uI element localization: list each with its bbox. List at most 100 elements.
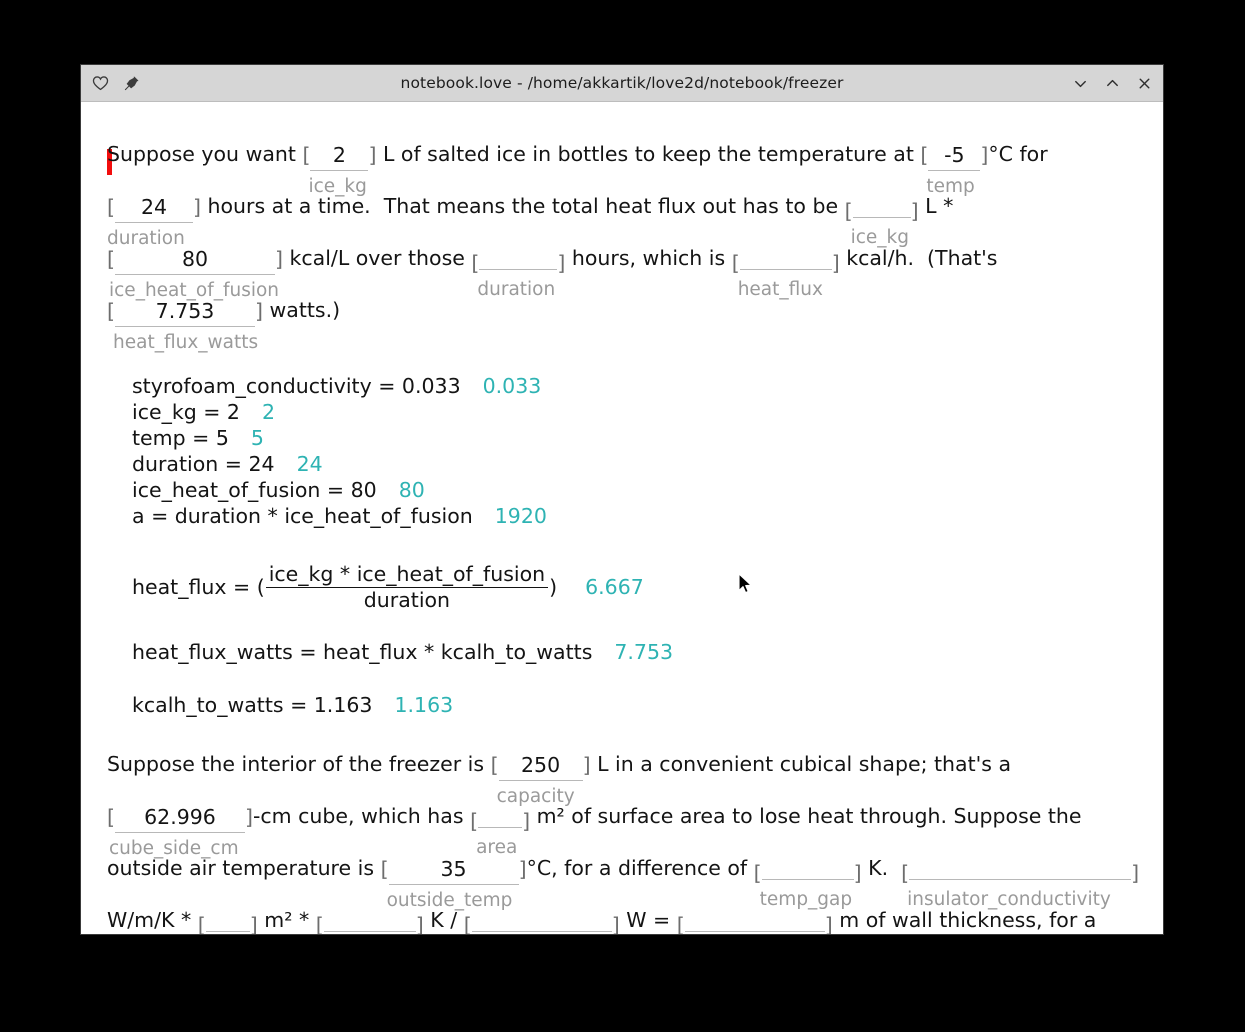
text-run: °C, for a difference of bbox=[526, 856, 754, 880]
definition-rhs: ) bbox=[549, 574, 558, 599]
notebook-canvas[interactable]: Suppose you want [ 2 ] ice_kg L of salte… bbox=[81, 102, 1163, 934]
definition-expression[interactable]: kcalh_to_watts = 1.163 bbox=[132, 695, 372, 716]
slot-value-input[interactable] bbox=[478, 806, 523, 828]
maximize-button[interactable] bbox=[1103, 74, 1121, 92]
bracket-close: ] bbox=[582, 753, 591, 777]
bracket-close: ] bbox=[249, 913, 258, 934]
slot-row: [ ] bbox=[754, 854, 862, 884]
slot-value-input[interactable]: 7.753 bbox=[115, 299, 255, 327]
bracket-open: [ bbox=[107, 247, 115, 271]
definition-row-fraction[interactable]: heat_flux = ( ice_kg * ice_heat_of_fusio… bbox=[132, 556, 1147, 618]
definition-row[interactable]: ice_kg = 2 2 bbox=[132, 402, 1147, 428]
text-run: kcal/L over those bbox=[283, 246, 472, 270]
paragraph-2: Suppose the interior of the freezer is [… bbox=[107, 721, 1147, 934]
slot-value-input[interactable]: -5 bbox=[928, 143, 981, 171]
slot-value-input[interactable]: 2 bbox=[310, 143, 369, 171]
slot-ice-heat-of-fusion[interactable]: [ 80 ] ice_heat_of_fusion bbox=[107, 244, 283, 300]
definition-expression[interactable]: temp = 5 bbox=[132, 428, 229, 449]
fraction: ice_kg * ice_heat_of_fusion duration bbox=[265, 562, 549, 612]
bracket-close: ] bbox=[853, 861, 862, 885]
slot-duration-1[interactable]: [ 24 ] duration bbox=[107, 192, 201, 248]
definition-row[interactable]: styrofoam_conductivity = 0.033 0.033 bbox=[132, 376, 1147, 402]
definition-expression[interactable]: heat_flux_watts = heat_flux * kcalh_to_w… bbox=[132, 642, 592, 663]
minimize-button[interactable] bbox=[1071, 74, 1089, 92]
slot-area-2[interactable]: [ ] area bbox=[198, 906, 258, 934]
definition-row[interactable]: temp = 5 5 bbox=[132, 428, 1147, 454]
slot-value-input[interactable] bbox=[761, 858, 854, 880]
heart-icon[interactable] bbox=[91, 74, 110, 93]
definition-row[interactable]: ice_heat_of_fusion = 80 80 bbox=[132, 480, 1147, 506]
slot-value-input[interactable] bbox=[852, 196, 911, 218]
slot-area-1[interactable]: [ ] area bbox=[470, 802, 530, 857]
bracket-close: ] bbox=[368, 143, 377, 167]
slot-value-input[interactable] bbox=[909, 858, 1132, 880]
slot-row: [ ] bbox=[464, 906, 620, 934]
bracket-close: ] bbox=[910, 199, 919, 223]
slot-wall-thickness[interactable]: [ ] wall_thickness bbox=[677, 906, 833, 934]
bracket-close: ] bbox=[1131, 861, 1140, 885]
slot-value-input[interactable]: 62.996 bbox=[115, 805, 245, 833]
paragraph-1-line-3: [ 80 ] ice_heat_of_fusion kcal/L over th… bbox=[107, 244, 1147, 299]
slot-value-input[interactable]: 250 bbox=[498, 753, 583, 781]
slot-value-input[interactable] bbox=[479, 248, 558, 270]
slot-temp[interactable]: [ -5 ] temp bbox=[920, 140, 988, 196]
slot-value-input[interactable]: 35 bbox=[388, 857, 519, 885]
slot-heat-flux-watts-2[interactable]: [ ] heat_flux_watts bbox=[464, 906, 620, 934]
definition-row[interactable]: a = duration * ice_heat_of_fusion 1920 bbox=[132, 506, 1147, 532]
definition-result: 5 bbox=[250, 426, 264, 450]
paragraph-1-line-4: [ 7.753 ] heat_flux_watts watts.) bbox=[107, 296, 1147, 351]
window-titlebar[interactable]: notebook.love - /home/akkartik/love2d/no… bbox=[81, 65, 1163, 102]
definition-expression[interactable]: styrofoam_conductivity = 0.033 bbox=[132, 376, 461, 397]
slot-label: heat_flux_watts bbox=[113, 331, 259, 353]
bracket-open: [ bbox=[107, 195, 115, 219]
slot-label: ice_kg bbox=[308, 175, 367, 197]
slot-temp-gap-2[interactable]: [ ] temp_gap bbox=[316, 906, 424, 934]
slot-row: [ 35 ] bbox=[381, 854, 527, 885]
fraction-numerator: ice_kg * ice_heat_of_fusion bbox=[265, 562, 549, 588]
slot-value-input[interactable] bbox=[684, 910, 825, 932]
slot-value-input[interactable] bbox=[205, 910, 250, 932]
slot-value-input[interactable] bbox=[739, 248, 832, 270]
paragraph-2-line-4: W/m/K * [ ] area m² * bbox=[107, 906, 1147, 934]
notebook-document: Suppose you want [ 2 ] ice_kg L of salte… bbox=[81, 102, 1163, 934]
slot-capacity[interactable]: [ 250 ] capacity bbox=[491, 750, 591, 806]
pin-icon[interactable] bbox=[122, 74, 141, 93]
slot-outside-temp[interactable]: [ 35 ] outside_temp bbox=[381, 854, 527, 910]
slot-row: [ ] bbox=[198, 906, 258, 934]
window-controls bbox=[1071, 74, 1153, 92]
close-button[interactable] bbox=[1135, 74, 1153, 92]
slot-ice-kg-2[interactable]: [ ] ice_kg bbox=[845, 192, 919, 247]
definition-result: 1920 bbox=[494, 504, 547, 528]
slot-row: [ ] bbox=[470, 802, 530, 832]
definition-expression[interactable]: ice_kg = 2 bbox=[132, 402, 240, 423]
slot-insulator-conductivity[interactable]: [ ] insulator_conductivity bbox=[901, 854, 1139, 909]
bracket-open: [ bbox=[302, 143, 311, 167]
slot-cube-side-cm[interactable]: [ 62.996 ] cube_side_cm bbox=[107, 802, 253, 858]
bracket-open: [ bbox=[107, 805, 115, 829]
slot-label: heat_flux bbox=[737, 278, 823, 300]
definition-row[interactable]: heat_flux_watts = heat_flux * kcalh_to_w… bbox=[132, 642, 1147, 668]
definition-expression[interactable]: ice_heat_of_fusion = 80 bbox=[132, 480, 377, 501]
definition-row[interactable]: duration = 24 24 bbox=[132, 454, 1147, 480]
definition-row[interactable]: kcalh_to_watts = 1.163 1.163 bbox=[132, 695, 1147, 721]
slot-heat-flux-watts[interactable]: [ 7.753 ] heat_flux_watts bbox=[107, 296, 263, 352]
slot-duration-2[interactable]: [ ] duration bbox=[471, 244, 565, 299]
definition-lhs: heat_flux = ( bbox=[132, 574, 265, 599]
bracket-open: [ bbox=[197, 913, 206, 934]
slot-label: insulator_conductivity bbox=[907, 888, 1111, 910]
bracket-close: ] bbox=[522, 809, 531, 833]
slot-value-input[interactable]: 80 bbox=[115, 247, 275, 275]
slot-temp-gap-1[interactable]: [ ] temp_gap bbox=[754, 854, 862, 909]
definition-expression[interactable]: duration = 24 bbox=[132, 454, 275, 475]
slot-value-input[interactable] bbox=[471, 910, 612, 932]
slot-ice-kg-1[interactable]: [ 2 ] ice_kg bbox=[302, 140, 376, 196]
slot-value-input[interactable]: 24 bbox=[115, 195, 193, 223]
slot-heat-flux[interactable]: [ ] heat_flux bbox=[732, 244, 840, 299]
slot-value-input[interactable] bbox=[323, 910, 416, 932]
paragraph-2-line-2: [ 62.996 ] cube_side_cm -cm cube, which … bbox=[107, 802, 1147, 857]
bracket-open: [ bbox=[471, 251, 480, 275]
definition-expression[interactable]: a = duration * ice_heat_of_fusion bbox=[132, 506, 473, 527]
bracket-open: [ bbox=[490, 753, 499, 777]
bracket-close: ] bbox=[415, 913, 424, 934]
